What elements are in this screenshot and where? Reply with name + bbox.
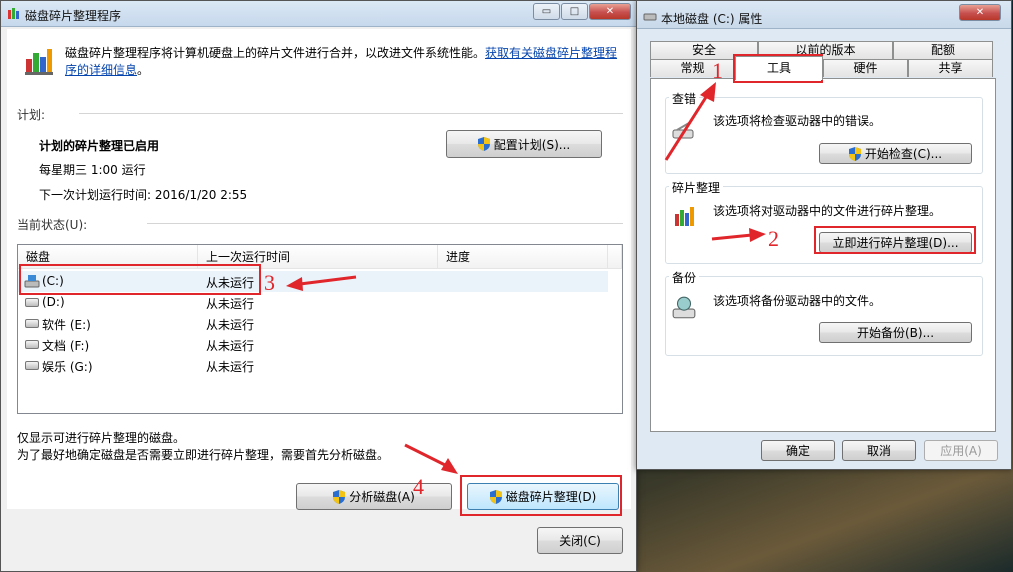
defrag-titlebar[interactable]: 磁盘碎片整理程序 ▭ □ ✕	[1, 1, 636, 27]
backup-label: 备份	[669, 269, 700, 286]
table-row[interactable]: 文档 (F:) 从未运行	[18, 334, 608, 355]
disk-name: 娱乐 (G:)	[42, 360, 93, 374]
column-header-progress[interactable]: 进度	[438, 245, 608, 269]
annotation-box-drive-c	[19, 264, 261, 295]
disk-name: 软件 (E:)	[42, 318, 91, 332]
column-header-filler	[608, 245, 622, 269]
error-check-text: 该选项将检查驱动器中的错误。	[713, 114, 882, 128]
uac-shield-icon	[333, 489, 346, 504]
help-link-continued[interactable]: 序的详细信息	[65, 63, 137, 77]
defrag-label: 碎片整理	[669, 179, 724, 196]
tab-tools[interactable]: 工具	[735, 56, 823, 80]
uac-shield-icon	[477, 137, 490, 151]
check-disk-icon	[672, 122, 694, 139]
schedule-status: 计划的碎片整理已启用	[39, 139, 160, 153]
drive-title-icon	[643, 13, 657, 21]
apply-button[interactable]: 应用(A)	[924, 440, 998, 461]
disk-last-run: 从未运行	[206, 339, 255, 353]
analyze-note: 为了最好地确定磁盘是否需要立即进行碎片整理，需要首先分析磁盘。	[17, 448, 390, 462]
list-note: 仅显示可进行碎片整理的磁盘。	[17, 431, 186, 445]
backup-text: 该选项将备份驱动器中的文件。	[713, 294, 882, 308]
window-close-button[interactable]: ✕	[589, 3, 631, 20]
analyze-disk-label: 分析磁盘(A)	[349, 490, 415, 504]
ok-button[interactable]: 确定	[761, 440, 835, 461]
close-button[interactable]: 关闭(C)	[537, 527, 623, 554]
defrag-large-icon	[25, 49, 53, 75]
configure-schedule-button[interactable]: 配置计划(S)...	[446, 130, 602, 158]
minimize-button[interactable]: ▭	[533, 3, 560, 20]
drive-icon	[25, 298, 39, 307]
tools-tab-panel: 查错 该选项将检查驱动器中的错误。 开始检查(C)... 碎片整理 该选项将对驱…	[650, 78, 996, 432]
disk-last-run: 从未运行	[206, 318, 255, 332]
analyze-disk-button[interactable]: 分析磁盘(A)	[296, 483, 452, 510]
table-row[interactable]: 软件 (E:) 从未运行	[18, 313, 608, 334]
defrag-window-title: 磁盘碎片整理程序	[25, 9, 122, 23]
disk-last-run: 从未运行	[206, 360, 255, 374]
defrag-description: 磁盘碎片整理程序将计算机硬盘上的碎片文件进行合并，以改进文件系统性能。	[65, 46, 486, 60]
help-link[interactable]: 获取有关磁盘碎片整理程	[485, 46, 617, 60]
properties-titlebar[interactable]: 本地磁盘 (C:) 属性 ✕	[637, 1, 1011, 29]
drive-icon	[25, 361, 39, 370]
start-backup-button[interactable]: 开始备份(B)...	[819, 322, 972, 343]
defrag-app-icon	[8, 8, 19, 19]
annotation-number-1: 1	[712, 58, 723, 83]
table-row[interactable]: (D:) 从未运行	[18, 292, 608, 313]
disk-last-run: 从未运行	[206, 297, 255, 311]
annotation-number-2: 2	[768, 226, 779, 251]
link-period: 。	[137, 63, 150, 77]
annotation-box-defrag-disk	[460, 475, 622, 516]
uac-shield-icon	[848, 146, 861, 161]
defrag-icon	[675, 207, 694, 226]
schedule-separator	[79, 113, 623, 114]
current-status-heading: 当前状态(U):	[17, 218, 88, 232]
properties-window-title: 本地磁盘 (C:) 属性	[661, 12, 763, 26]
tab-hardware[interactable]: 硬件	[823, 59, 908, 77]
error-check-label: 查错	[669, 90, 700, 107]
properties-close-button[interactable]: ✕	[959, 4, 1001, 21]
start-check-button[interactable]: 开始检查(C)...	[819, 143, 972, 164]
start-check-label: 开始检查(C)...	[864, 147, 943, 161]
disk-name: (D:)	[42, 295, 65, 309]
configure-schedule-label: 配置计划(S)...	[493, 137, 571, 152]
annotation-number-3: 3	[264, 270, 275, 295]
schedule-heading: 计划:	[17, 108, 46, 122]
disk-name: 文档 (F:)	[42, 339, 90, 353]
backup-group	[665, 276, 983, 356]
schedule-when: 每星期三 1:00 运行	[39, 163, 146, 177]
status-separator	[147, 223, 623, 224]
drive-icon	[25, 319, 39, 328]
drive-icon	[25, 340, 39, 349]
tab-quota[interactable]: 配额	[893, 41, 993, 59]
tab-sharing[interactable]: 共享	[908, 59, 993, 77]
defrag-text: 该选项将对驱动器中的文件进行碎片整理。	[713, 204, 942, 218]
annotation-box-defrag-now	[814, 226, 976, 254]
maximize-button[interactable]: □	[561, 3, 588, 20]
cancel-button[interactable]: 取消	[842, 440, 916, 461]
table-row[interactable]: 娱乐 (G:) 从未运行	[18, 355, 608, 376]
annotation-number-4: 4	[413, 474, 424, 499]
backup-icon	[672, 296, 696, 319]
schedule-next-run: 下一次计划运行时间: 2016/1/20 2:55	[39, 188, 248, 202]
